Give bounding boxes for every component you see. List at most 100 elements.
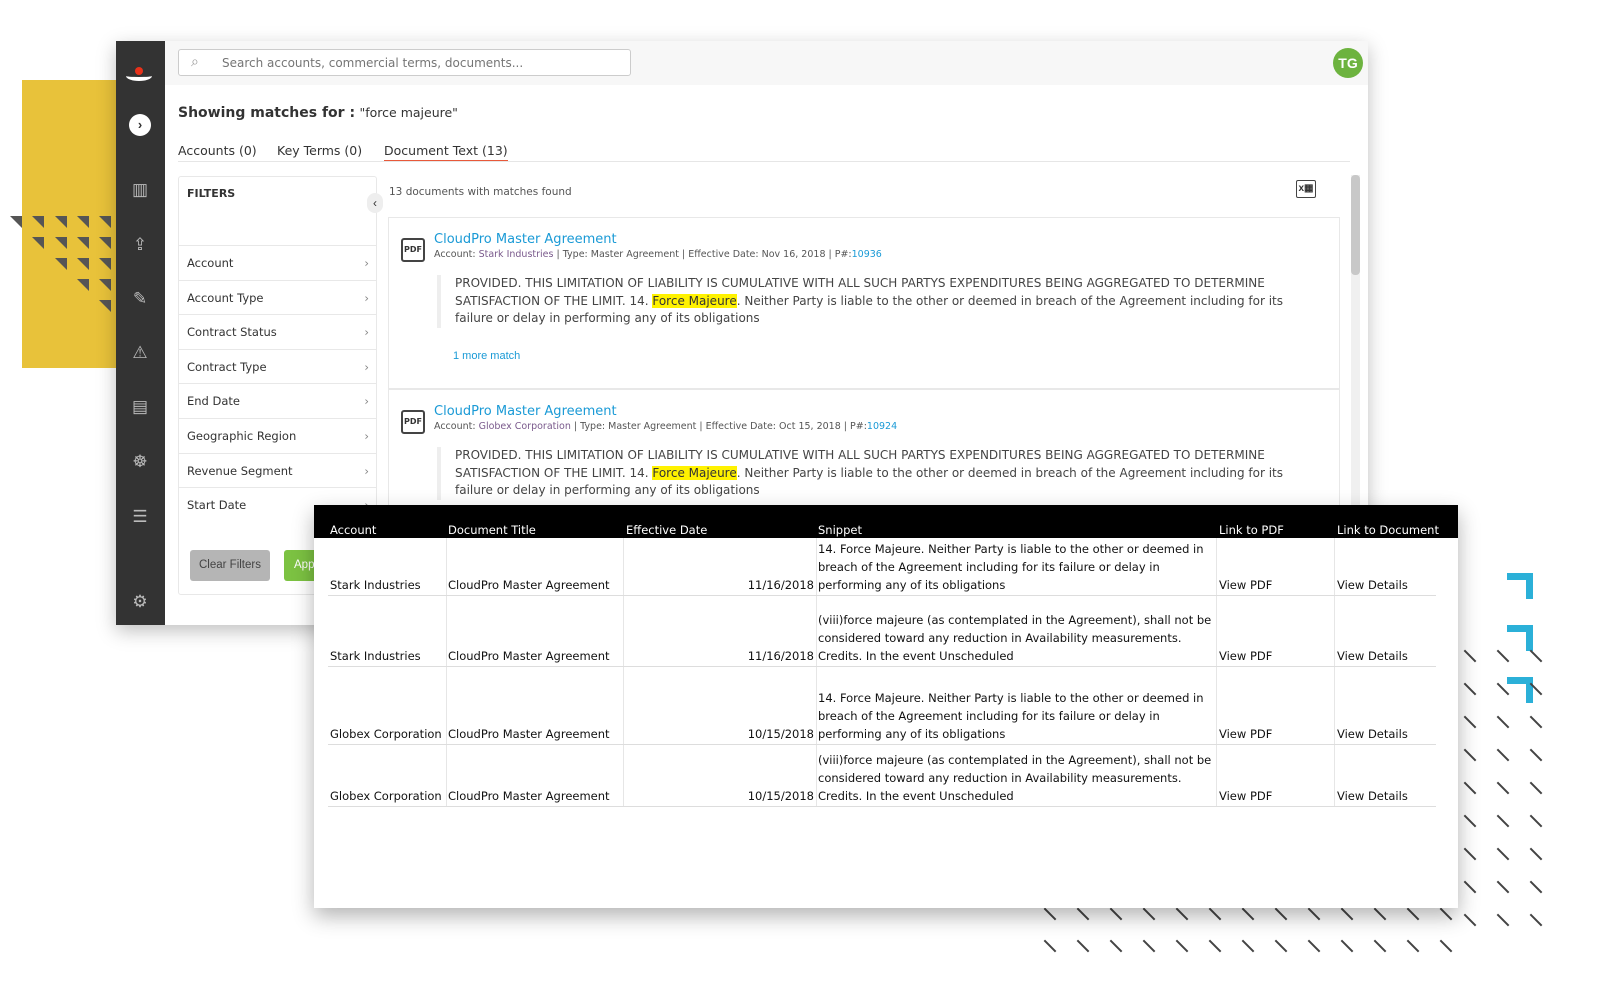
view-pdf-link[interactable]: View PDF <box>1219 787 1272 805</box>
filters-title: FILTERS <box>187 187 236 200</box>
filter-item[interactable]: Account › <box>179 245 377 280</box>
decorative-dash <box>1496 814 1510 828</box>
view-details-link[interactable]: View Details <box>1337 725 1408 743</box>
chevron-right-icon: › <box>364 290 369 305</box>
table-row: Globex Corporation CloudPro Master Agreem… <box>328 667 1436 745</box>
cell-snippet: (viii)force majeure (as contemplated in … <box>818 753 1212 803</box>
p-number-link[interactable]: 10936 <box>852 249 882 260</box>
cell-document-title: CloudPro Master Agreement <box>448 649 610 663</box>
meta-label: Account: <box>434 421 479 432</box>
decorative-triangle <box>99 216 111 228</box>
filter-item[interactable]: Account Type › <box>179 279 377 315</box>
decorative-dash <box>1142 907 1156 921</box>
document-list-icon[interactable]: ☰ <box>128 505 152 529</box>
filter-item[interactable]: End Date › <box>179 383 377 418</box>
decorative-triangle <box>99 237 111 249</box>
decorative-triangle <box>77 237 89 249</box>
cell-account: Stark Industries <box>330 649 421 663</box>
view-pdf-link[interactable]: View PDF <box>1219 725 1272 743</box>
report-document-icon[interactable]: ▤ <box>128 395 152 419</box>
edit-document-icon[interactable]: ✎ <box>128 287 152 311</box>
account-link[interactable]: Stark Industries <box>479 249 554 260</box>
cell-effective-date: 10/15/2018 <box>747 727 814 741</box>
filter-item[interactable]: Contract Type › <box>179 348 377 384</box>
decorative-triangle <box>32 237 44 249</box>
decorative-corner <box>1507 573 1533 599</box>
table-row: Globex Corporation CloudPro Master Agreem… <box>328 745 1436 807</box>
decorative-dash <box>1241 907 1255 921</box>
tab-accounts[interactable]: Accounts (0) <box>178 143 257 158</box>
results-scrollbar[interactable] <box>1351 175 1360 505</box>
result-snippet: PROVIDED. THIS LIMITATION OF LIABILITY I… <box>437 275 1317 328</box>
decorative-dash <box>1076 939 1090 953</box>
view-details-link[interactable]: View Details <box>1337 647 1408 665</box>
hand-gear-icon[interactable]: ☸ <box>128 450 152 474</box>
user-avatar[interactable]: TG <box>1333 48 1363 78</box>
decorative-triangle <box>55 258 67 270</box>
decorative-dash <box>1496 748 1510 762</box>
decorative-dash <box>1043 939 1057 953</box>
decorative-dash <box>1109 939 1123 953</box>
accounts-building-icon[interactable]: ▥ <box>128 178 152 202</box>
filter-label: End Date <box>187 394 240 409</box>
filter-label: Account <box>187 256 234 270</box>
pdf-icon: PDF <box>401 238 425 262</box>
result-title-link[interactable]: CloudPro Master Agreement <box>434 232 617 247</box>
view-details-link[interactable]: View Details <box>1337 787 1408 805</box>
decorative-corner <box>1507 625 1533 651</box>
decorative-dash <box>1529 748 1543 762</box>
view-pdf-link[interactable]: View PDF <box>1219 647 1272 665</box>
decorative-dash <box>1439 907 1453 921</box>
decorative-triangle <box>99 300 111 312</box>
search-icon: ⌕ <box>191 53 199 69</box>
view-pdf-link[interactable]: View PDF <box>1219 576 1272 594</box>
decorative-dash <box>1463 682 1477 696</box>
cell-effective-date: 11/16/2018 <box>747 578 814 592</box>
tab-key-terms[interactable]: Key Terms (0) <box>277 143 362 158</box>
cell-document-title: CloudPro Master Agreement <box>448 578 610 592</box>
result-title-link[interactable]: CloudPro Master Agreement <box>434 404 617 419</box>
filter-item[interactable]: Geographic Region › <box>179 418 377 453</box>
p-number-link[interactable]: 10924 <box>867 421 897 432</box>
filter-item[interactable]: Revenue Segment › <box>179 452 377 488</box>
decorative-dash <box>1496 847 1510 861</box>
meta-text: | Type: Master Agreement | Effective Dat… <box>553 249 852 260</box>
pdf-icon: PDF <box>401 410 425 434</box>
decorative-dash <box>1529 847 1543 861</box>
cell-effective-date: 11/16/2018 <box>747 649 814 663</box>
filter-item[interactable]: Contract Status › <box>179 314 377 349</box>
clear-filters-button[interactable]: Clear Filters <box>190 550 270 581</box>
scrollbar-thumb[interactable] <box>1351 175 1360 275</box>
account-link[interactable]: Globex Corporation <box>479 421 571 432</box>
match-highlight: Force Majeure <box>652 293 737 308</box>
table-row: Stark Industries CloudPro Master Agreemen… <box>328 596 1436 667</box>
decorative-dash <box>1307 939 1321 953</box>
search-query: "force majeure" <box>359 105 458 120</box>
decorative-triangle <box>55 216 67 228</box>
decorative-dash <box>1463 814 1477 828</box>
decorative-triangle <box>99 258 111 270</box>
meta-label: Account: <box>434 249 479 260</box>
cell-document-title: CloudPro Master Agreement <box>448 727 610 741</box>
decorative-dash <box>1529 913 1543 927</box>
upload-document-icon[interactable]: ⇪ <box>128 233 152 257</box>
alert-document-icon[interactable]: ⚠ <box>128 341 152 365</box>
filter-label: Geographic Region <box>187 429 297 443</box>
chevron-right-icon: › <box>364 256 369 270</box>
tab-document-text[interactable]: Document Text (13) <box>384 143 508 162</box>
decorative-dash <box>1463 781 1477 795</box>
view-details-link[interactable]: View Details <box>1337 576 1408 594</box>
decorative-dash <box>1463 913 1477 927</box>
settings-gear-icon[interactable]: ⚙ <box>128 590 152 614</box>
more-matches-link[interactable]: 1 more match <box>453 350 520 362</box>
filter-label: Contract Type <box>187 359 267 374</box>
decorative-dash <box>1529 649 1543 663</box>
expand-sidebar-button[interactable]: › <box>129 114 151 136</box>
decorative-dash <box>1529 880 1543 894</box>
results-count: 13 documents with matches found <box>389 186 572 198</box>
export-excel-icon[interactable]: x▦ <box>1296 180 1316 198</box>
collapse-filters-button[interactable]: ‹ <box>367 193 383 213</box>
search-input[interactable] <box>178 49 631 76</box>
decorative-dash <box>1274 907 1288 921</box>
decorative-triangle <box>77 279 89 291</box>
